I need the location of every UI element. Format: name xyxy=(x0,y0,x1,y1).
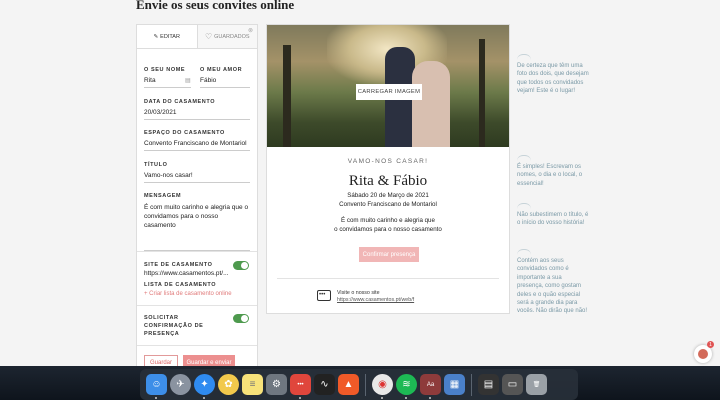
curved-arrow-icon xyxy=(517,155,531,161)
screenshot-icon[interactable]: ▭ xyxy=(502,374,523,395)
running-indicator xyxy=(381,397,383,399)
divider xyxy=(137,251,257,252)
running-indicator xyxy=(299,397,301,399)
tip-title: Não subestimem o título, é o início do v… xyxy=(517,212,589,227)
your-name-label: O SEU NOME xyxy=(144,67,186,73)
spotify-icon[interactable]: ≋ xyxy=(396,374,417,399)
pencil-icon: ✎ xyxy=(153,33,159,40)
divider xyxy=(277,278,499,279)
visit-site-label: Visite o nosso site xyxy=(337,290,380,296)
divider xyxy=(137,305,257,306)
editor-tabs: ✎ EDITAR ♡ GUARDADOS ⊗ xyxy=(137,25,257,49)
list-label: LISTA DE CASAMENTO xyxy=(144,282,217,288)
preview-venue: Convento Franciscano de Montariol xyxy=(339,201,437,208)
curved-arrow-icon xyxy=(517,203,531,209)
visit-site-link[interactable]: https://www.casamentos.pt/web/f xyxy=(337,297,414,304)
message-input[interactable]: É com muito carinho e alegria que o conv… xyxy=(144,203,250,251)
date-input[interactable]: 20/03/2021 xyxy=(144,109,250,120)
venue-label: ESPAÇO DO CASAMENTO xyxy=(144,130,225,136)
system-preferences-icon[interactable]: ⚙ xyxy=(266,374,287,395)
tip-photo: De certeza que têm uma foto dos dois, qu… xyxy=(517,63,589,95)
site-url: https://www.casamentos.pt/... xyxy=(144,270,229,277)
curved-arrow-icon xyxy=(517,249,531,255)
running-indicator xyxy=(405,397,407,399)
partner-name-input[interactable]: Fábio xyxy=(200,77,250,88)
preview-date: Sábado 20 de Março de 2021 xyxy=(347,192,429,199)
partner-name-field: O MEU AMOR Fábio xyxy=(200,67,250,88)
tip-message: Contém aos seus convidados como é import… xyxy=(517,258,588,315)
chat-badge: 1 xyxy=(707,341,714,348)
invitation-editor: ✎ EDITAR ♡ GUARDADOS ⊗ O SEU NOME Rita ▤… xyxy=(136,24,258,374)
couple-photo: CARREGAR IMAGEM xyxy=(267,25,509,147)
partner-name-label: O MEU AMOR xyxy=(200,67,243,73)
dots-app-icon[interactable]: ••• xyxy=(290,374,311,399)
venue-field: ESPAÇO DO CASAMENTO Convento Franciscano… xyxy=(144,130,250,151)
rsvp-toggle[interactable] xyxy=(233,314,249,323)
running-indicator xyxy=(155,397,157,399)
invitation-preview: CARREGAR IMAGEM VAMO-NOS CASAR! Rita & F… xyxy=(266,24,510,314)
dock-separator xyxy=(471,373,472,396)
dictionary-icon[interactable]: Aa xyxy=(420,374,441,399)
heart-icon: ♡ xyxy=(204,32,213,41)
venue-input[interactable]: Convento Franciscano de Montariol xyxy=(144,140,250,151)
site-toggle[interactable] xyxy=(233,261,249,270)
title-field: TÍTULO Vamo-nos casar! xyxy=(144,162,250,183)
preview-message-line-2: o convidamos para o nosso casamento xyxy=(334,226,442,233)
contact-card-icon: ▤ xyxy=(185,78,191,84)
tab-edit[interactable]: ✎ EDITAR xyxy=(137,25,198,48)
confirm-attendance-button[interactable]: Confirmar presença xyxy=(359,247,419,262)
activity-monitor-icon[interactable]: ∿ xyxy=(314,374,335,395)
date-field: DATA DO CASAMENTO 20/03/2021 xyxy=(144,99,250,120)
page-title: Envie os seus convites online xyxy=(136,0,295,12)
finder-icon[interactable]: ☺ xyxy=(146,374,167,399)
launchpad-icon[interactable]: ✈ xyxy=(170,374,191,395)
dock: ☺ ✈ ✦ ✿ ≡ ⚙ ••• ∿ ▲ ◉ ≋ Aa ▦ ▤ ▭ 🗑 xyxy=(140,369,578,400)
title-label: TÍTULO xyxy=(144,162,168,168)
tab-edit-label: EDITAR xyxy=(160,33,180,40)
tip-details: É simples! Escrevam os nomes, o dia e o … xyxy=(517,164,583,187)
chrome-icon[interactable]: ◉ xyxy=(372,374,393,399)
brave-icon[interactable]: ▲ xyxy=(338,374,359,395)
notes-icon[interactable]: ≡ xyxy=(242,374,263,395)
downloads-stack-icon[interactable]: ▤ xyxy=(478,374,499,395)
safari-icon[interactable]: ✦ xyxy=(194,374,215,399)
date-label: DATA DO CASAMENTO xyxy=(144,99,216,105)
close-icon[interactable]: ⊗ xyxy=(248,27,253,34)
title-input[interactable]: Vamo-nos casar! xyxy=(144,172,250,183)
website-icon xyxy=(317,290,331,301)
upload-image-button[interactable]: CARREGAR IMAGEM xyxy=(356,84,422,100)
your-name-input[interactable]: Rita xyxy=(144,77,191,88)
trash-icon[interactable]: 🗑 xyxy=(526,374,547,395)
running-indicator xyxy=(203,397,205,399)
list-field: LISTA DE CASAMENTO + Criar lista de casa… xyxy=(144,282,250,297)
preview-names: Rita & Fábio xyxy=(348,173,428,189)
preview-message-line-1: É com muito carinho e alegria que xyxy=(341,217,435,224)
visit-site-block: Visite o nosso site https://www.casament… xyxy=(337,290,414,304)
running-indicator xyxy=(429,397,431,399)
create-list-link[interactable]: + Criar lista de casamento online xyxy=(144,291,250,297)
tab-saved-label: GUARDADOS xyxy=(214,33,250,40)
your-name-field: O SEU NOME Rita xyxy=(144,67,191,88)
rsvp-label-2: CONFIRMAÇÃO DE xyxy=(144,323,204,329)
message-label: MENSAGEM xyxy=(144,193,182,199)
curved-arrow-icon xyxy=(517,54,531,60)
chat-avatar-icon xyxy=(698,349,708,359)
preview-subtitle: VAMO-NOS CASAR! xyxy=(347,158,429,165)
preview-icon[interactable]: ▦ xyxy=(444,374,465,395)
rsvp-label-3: PRESENÇA xyxy=(144,331,180,337)
photos-icon[interactable]: ✿ xyxy=(218,374,239,395)
dock-separator xyxy=(365,373,366,396)
message-field: MENSAGEM É com muito carinho e alegria q… xyxy=(144,193,250,251)
divider xyxy=(137,345,257,346)
